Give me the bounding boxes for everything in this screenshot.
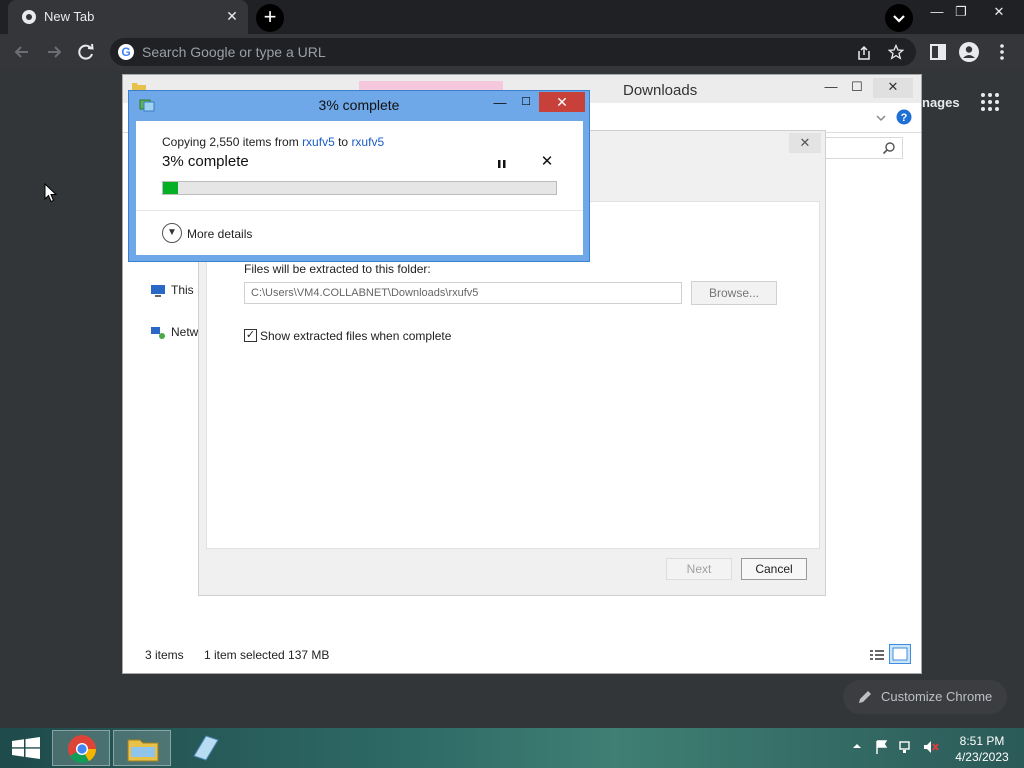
chevron-down-icon	[893, 15, 905, 23]
file-explorer-icon	[127, 739, 159, 762]
new-tab-button[interactable]: +	[256, 4, 284, 32]
omnibox[interactable]: G Search Google or type a URL	[110, 38, 916, 66]
copy-close-button[interactable]: ✕	[539, 92, 585, 112]
nav-this-pc[interactable]: This I	[171, 283, 200, 297]
explorer-title: Downloads	[623, 82, 698, 99]
side-panel-icon[interactable]	[927, 41, 949, 63]
cancel-button[interactable]: Cancel	[741, 558, 807, 580]
network-icon	[151, 327, 165, 339]
start-button[interactable]	[0, 730, 58, 766]
bookmark-star-icon[interactable]	[888, 44, 904, 60]
copy-progress-fill	[163, 182, 179, 194]
stop-copy-icon[interactable]: ✕	[540, 154, 554, 169]
profile-avatar-icon[interactable]	[958, 41, 980, 63]
clock-date[interactable]: 4/23/2023	[950, 750, 1014, 764]
share-icon[interactable]	[856, 45, 872, 61]
divider	[136, 210, 583, 211]
extract-folder-label: Files will be extracted to this folder:	[244, 262, 431, 276]
tray-chevron-up-icon[interactable]	[852, 741, 862, 751]
tab-close-icon[interactable]: ✕	[224, 8, 240, 24]
taskbar-notepad-button[interactable]	[176, 730, 234, 766]
customize-chrome-label: Customize Chrome	[881, 689, 993, 704]
tab-strip: New Tab ✕ + — ❐ ✕	[0, 0, 1024, 34]
taskbar-chrome-button[interactable]	[52, 730, 110, 766]
browser-toolbar: G Search Google or type a URL	[0, 34, 1024, 70]
copy-progress-bar	[162, 181, 557, 195]
explorer-close-button[interactable]: ✕	[873, 78, 913, 98]
clock-time[interactable]: 8:51 PM	[950, 734, 1014, 748]
chrome-favicon-icon	[22, 10, 36, 24]
action-center-flag-icon[interactable]	[874, 739, 890, 755]
google-apps-grid-icon[interactable]	[980, 92, 1000, 112]
browser-restore-button[interactable]: ❐	[946, 2, 976, 22]
help-icon[interactable]: ?	[896, 109, 912, 125]
destination-link[interactable]: rxufv5	[351, 135, 384, 149]
customize-chrome-button[interactable]: Customize Chrome	[843, 680, 1007, 714]
chrome-icon	[68, 735, 96, 763]
this-pc-icon	[151, 285, 165, 297]
next-button[interactable]: Next	[666, 558, 732, 580]
more-details-link[interactable]: More details	[187, 227, 252, 241]
browse-button[interactable]: Browse...	[691, 281, 777, 305]
svg-text:?: ?	[901, 112, 908, 124]
show-files-checkbox[interactable]: ✓	[244, 329, 257, 342]
wizard-close-button[interactable]: ✕	[789, 133, 821, 153]
copy-maximize-button[interactable]: ☐	[515, 95, 537, 113]
explorer-search-box[interactable]	[823, 137, 903, 159]
explorer-minimize-button[interactable]: —	[818, 78, 844, 98]
copy-summary: Copying 2,550 items from rxufv5 to rxufv…	[162, 135, 384, 149]
ntp-images-link[interactable]: nages	[922, 95, 960, 110]
taskbar-explorer-button[interactable]	[113, 730, 171, 766]
copy-to-text: to	[334, 135, 352, 149]
nav-network[interactable]: Netw	[171, 325, 198, 339]
pause-icon[interactable]	[496, 157, 508, 171]
taskbar: 8:51 PM 4/23/2023	[0, 728, 1024, 768]
google-g-icon: G	[118, 44, 134, 60]
reload-icon[interactable]	[75, 41, 97, 63]
back-arrow-icon[interactable]	[11, 41, 33, 63]
tab-title: New Tab	[44, 9, 95, 24]
pencil-icon	[859, 691, 871, 703]
tab-new-tab[interactable]: New Tab ✕	[8, 0, 248, 34]
more-details-chevron-icon[interactable]: ▼	[162, 223, 182, 243]
details-view-icon[interactable]	[869, 648, 885, 662]
explorer-maximize-button[interactable]: ☐	[844, 78, 870, 98]
tab-search-button[interactable]	[885, 4, 913, 32]
search-icon	[882, 142, 895, 155]
status-item-count: 3 items	[145, 648, 184, 662]
network-tray-icon[interactable]	[898, 739, 914, 755]
copy-prefix-text: Copying 2,550 items from	[162, 135, 303, 149]
omnibox-placeholder: Search Google or type a URL	[142, 44, 326, 60]
volume-muted-icon[interactable]	[922, 739, 940, 755]
browser-close-button[interactable]: ✕	[984, 2, 1014, 22]
mouse-cursor-icon	[44, 183, 58, 203]
show-files-label[interactable]: Show extracted files when complete	[260, 329, 451, 343]
percent-complete-label: 3% complete	[162, 153, 249, 170]
chevron-down-icon[interactable]	[875, 112, 887, 124]
source-link[interactable]: rxufv5	[302, 135, 335, 149]
forward-arrow-icon[interactable]	[43, 41, 65, 63]
status-selection: 1 item selected 137 MB	[204, 648, 330, 662]
large-icons-view-icon[interactable]	[889, 644, 911, 664]
copy-dialog-body: Copying 2,550 items from rxufv5 to rxufv…	[136, 121, 583, 255]
extract-path-field[interactable]: C:\Users\VM4.COLLABNET\Downloads\rxufv5	[244, 282, 682, 304]
copy-progress-dialog: 3% complete — ☐ ✕ Copying 2,550 items fr…	[128, 90, 590, 262]
notepad-icon	[193, 735, 219, 761]
copy-minimize-button[interactable]: —	[489, 95, 511, 113]
menu-kebab-icon[interactable]	[991, 41, 1013, 63]
